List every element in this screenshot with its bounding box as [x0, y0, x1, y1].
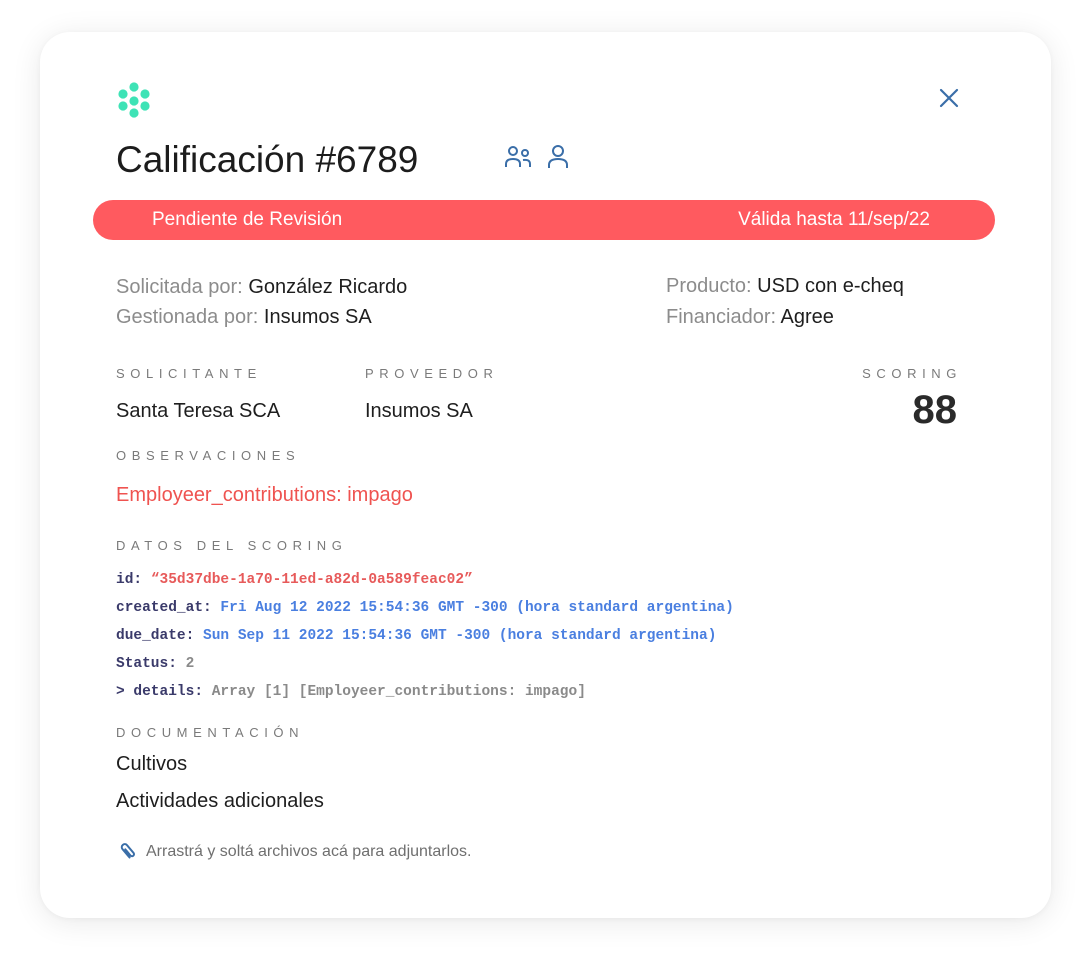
status-label: Pendiente de Revisión [152, 209, 343, 230]
close-icon[interactable] [936, 85, 962, 111]
solicitante-value: Santa Teresa SCA [116, 400, 281, 422]
attach-text: Arrastrá y soltá archivos acá para adjun… [146, 843, 472, 860]
status-value: 2 [185, 656, 195, 672]
paperclip-icon [120, 843, 135, 859]
managed-by: Gestionada por: Insumos SA [116, 306, 372, 329]
managed-by-label: Gestionada por: [116, 306, 259, 328]
due-value: Sun Sep 11 2022 15:54:36 GMT -300 (hora … [203, 628, 717, 644]
document-item-actividades[interactable]: Actividades adicionales [116, 790, 324, 813]
managed-by-value: Insumos SA [263, 306, 372, 328]
due-key: due_date [116, 628, 186, 644]
status-banner: Pendiente de Revisión Válida hasta 11/se… [93, 200, 995, 240]
product-label: Producto: [666, 275, 752, 297]
scoring-value: 88 [912, 388, 958, 432]
financer-value: Agree [780, 306, 834, 328]
details-value: Array [1] [Employeer_contributions: impa… [211, 684, 586, 700]
valid-until-label: Válida hasta 11/sep/22 [738, 209, 930, 230]
scoring-details-toggle[interactable]: > details: Array [1] [Employeer_contribu… [116, 684, 586, 700]
scoring-label: SCORING [862, 366, 962, 381]
id-key: id [116, 572, 134, 588]
documentacion-label: DOCUMENTACIÓN [116, 725, 305, 740]
product-value: USD con e-cheq [757, 275, 904, 297]
financer-label: Financiador: [666, 306, 777, 328]
created-key: created_at [116, 600, 204, 616]
scoring-due-line: due_date: Sun Sep 11 2022 15:54:36 GMT -… [116, 628, 717, 644]
financer: Financiador: Agree [666, 306, 834, 329]
proveedor-label: PROVEEDOR [365, 366, 499, 381]
users-group-icon[interactable] [504, 144, 532, 170]
scoring-status-line: Status: 2 [116, 656, 195, 672]
status-key: Status [116, 656, 169, 672]
observaciones-value: Employeer_contributions: impago [116, 484, 413, 506]
details-key: > details [116, 684, 195, 700]
requested-by-value: González Ricardo [248, 276, 408, 298]
scoring-id-line: id: “35d37dbe-1a70-11ed-a82d-0a589feac02… [116, 572, 473, 588]
proveedor-value: Insumos SA [365, 400, 473, 422]
document-item-cultivos[interactable]: Cultivos [116, 753, 187, 776]
page-title: Calificación #6789 [116, 139, 419, 180]
requested-by: Solicitada por: González Ricardo [116, 276, 407, 299]
user-icon[interactable] [546, 144, 570, 170]
observaciones-label: OBSERVACIONES [116, 448, 301, 463]
scoring-created-line: created_at: Fri Aug 12 2022 15:54:36 GMT… [116, 600, 734, 616]
solicitante-label: SOLICITANTE [116, 366, 262, 381]
id-value: “35d37dbe-1a70-11ed-a82d-0a589feac02” [150, 572, 473, 588]
requested-by-label: Solicitada por: [116, 276, 243, 298]
dots-cluster-logo-icon [118, 82, 150, 118]
created-value: Fri Aug 12 2022 15:54:36 GMT -300 (hora … [220, 600, 734, 616]
datos-scoring-label: DATOS DEL SCORING [116, 538, 348, 553]
product: Producto: USD con e-cheq [666, 275, 904, 298]
